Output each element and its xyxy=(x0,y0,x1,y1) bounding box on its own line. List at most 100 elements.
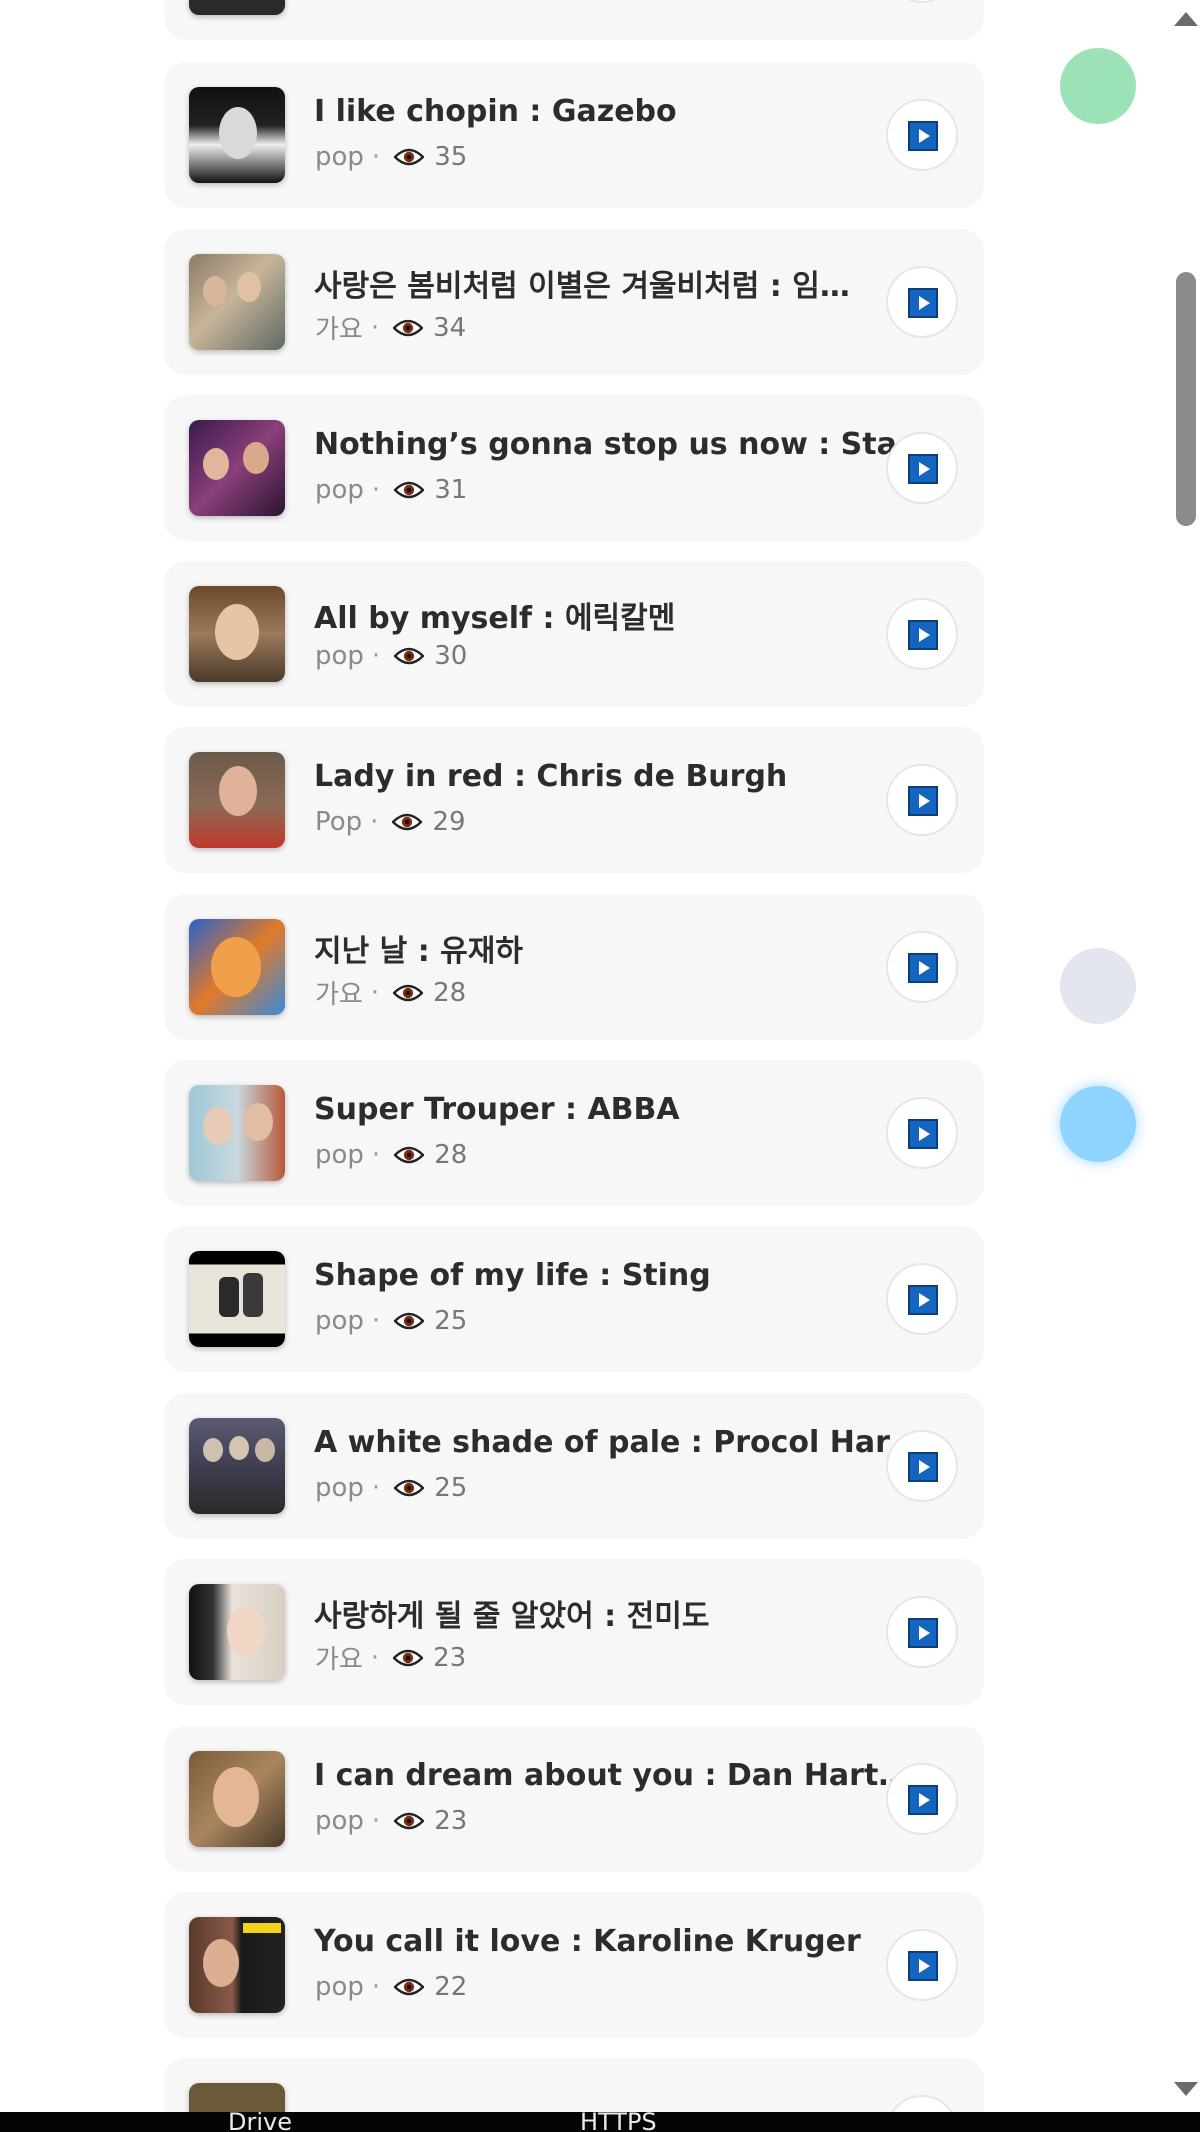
list-item[interactable]: 사랑은 봄비처럼 이별은 겨울비처럼 : 임… 가요 · 34 xyxy=(164,229,984,375)
play-icon xyxy=(908,620,938,650)
meta-separator: · xyxy=(371,475,381,505)
play-button[interactable] xyxy=(886,764,958,836)
taskbar-item-https[interactable]: HTTPS xyxy=(580,2112,657,2132)
play-icon xyxy=(908,1618,938,1648)
list-item[interactable]: I like chopin : Gazebo pop · 35 xyxy=(164,62,984,208)
eye-icon xyxy=(393,984,424,1001)
song-meta: pop · 25 xyxy=(315,1306,467,1336)
play-button[interactable] xyxy=(886,1263,958,1335)
play-button[interactable] xyxy=(886,266,958,338)
song-genre: 가요 xyxy=(315,980,363,1010)
song-meta: pop · 23 xyxy=(315,1806,467,1836)
play-icon xyxy=(908,288,938,318)
list-item[interactable]: Lady in red : Chris de Burgh Pop · 29 xyxy=(164,727,984,873)
list-item[interactable]: Shape of my life : Sting pop · 25 xyxy=(164,1226,984,1372)
song-genre: pop xyxy=(315,1972,364,2002)
eye-icon xyxy=(393,1649,424,1666)
song-meta: pop · 28 xyxy=(315,1140,467,1170)
eye-icon xyxy=(394,1978,425,1996)
meta-separator: · xyxy=(371,641,381,671)
scroll-up-arrow-icon[interactable] xyxy=(1174,12,1198,26)
eye-icon xyxy=(393,319,424,336)
page: I like chopin : Gazebo pop · 35 사랑은 봄비처럼… xyxy=(0,0,1200,2132)
song-thumbnail xyxy=(189,1584,285,1680)
song-views: 28 xyxy=(433,977,467,1008)
song-genre: pop xyxy=(315,1806,364,1836)
song-thumbnail xyxy=(189,1085,285,1181)
song-genre: 가요 xyxy=(315,1645,363,1675)
song-thumbnail xyxy=(189,752,285,848)
song-views: 25 xyxy=(434,1306,468,1336)
song-meta: pop · 30 xyxy=(315,641,467,671)
play-icon xyxy=(908,786,938,816)
eye-icon xyxy=(394,1479,425,1497)
list-item[interactable]: 사랑하게 될 줄 알았어 : 전미도 가요 · 23 xyxy=(164,1559,984,1705)
song-thumbnail xyxy=(189,586,285,682)
play-button[interactable] xyxy=(886,1763,958,1835)
floating-dot-gray[interactable] xyxy=(1060,948,1136,1024)
song-thumbnail xyxy=(189,87,285,183)
song-views: 28 xyxy=(434,1140,468,1170)
song-thumbnail xyxy=(189,0,285,15)
song-views: 22 xyxy=(434,1972,468,2002)
song-views: 23 xyxy=(433,1642,467,1673)
list-item[interactable]: Nothing’s gonna stop us now : Sta… pop ·… xyxy=(164,395,984,541)
meta-separator: · xyxy=(371,1306,381,1336)
eye-icon xyxy=(394,647,425,665)
song-views: 34 xyxy=(433,312,467,343)
list-item[interactable]: Super Trouper : ABBA pop · 28 xyxy=(164,1060,984,1206)
list-item[interactable]: I can dream about you : Dan Hart… pop · … xyxy=(164,1726,984,1872)
song-genre: pop xyxy=(315,1473,364,1503)
taskbar-item-drive[interactable]: Drive xyxy=(228,2112,292,2132)
list-item[interactable]: 지난 날 : 유재하 가요 · 28 xyxy=(164,894,984,1040)
meta-separator: · xyxy=(371,1473,381,1503)
play-icon xyxy=(908,454,938,484)
play-button[interactable] xyxy=(886,598,958,670)
song-meta: Pop · 29 xyxy=(315,807,466,837)
taskbar: Drive HTTPS xyxy=(0,2112,1200,2132)
play-button[interactable] xyxy=(886,1430,958,1502)
meta-separator: · xyxy=(370,1642,380,1673)
list-item[interactable]: All by myself : 에릭칼멘 pop · 30 xyxy=(164,561,984,707)
song-thumbnail xyxy=(189,420,285,516)
play-button[interactable] xyxy=(886,1929,958,2001)
meta-separator: · xyxy=(370,977,380,1008)
song-thumbnail xyxy=(189,1418,285,1514)
song-thumbnail xyxy=(189,1251,285,1347)
song-genre: pop xyxy=(315,475,364,505)
song-meta: pop · 22 xyxy=(315,1972,467,2002)
play-icon xyxy=(908,1785,938,1815)
eye-icon xyxy=(392,813,423,831)
song-genre: 가요 xyxy=(315,315,363,345)
play-icon xyxy=(908,953,938,983)
play-button[interactable] xyxy=(886,931,958,1003)
meta-separator: · xyxy=(370,312,380,343)
play-icon xyxy=(908,1452,938,1482)
scroll-down-arrow-icon[interactable] xyxy=(1174,2082,1198,2096)
song-thumbnail xyxy=(189,1917,285,2013)
song-meta: pop · 31 xyxy=(315,475,467,505)
list-item-partial-top[interactable] xyxy=(164,0,984,40)
song-views: 35 xyxy=(434,142,468,172)
song-views: 30 xyxy=(434,641,468,671)
song-genre: pop xyxy=(315,1140,364,1170)
play-button[interactable] xyxy=(886,0,958,3)
play-button[interactable] xyxy=(886,432,958,504)
eye-icon xyxy=(394,1812,425,1830)
floating-dot-blue[interactable] xyxy=(1060,1086,1136,1162)
list-item[interactable]: A white shade of pale : Procol Har… pop … xyxy=(164,1393,984,1539)
song-views: 31 xyxy=(434,475,468,505)
floating-dot-green[interactable] xyxy=(1060,48,1136,124)
play-button[interactable] xyxy=(886,1097,958,1169)
song-meta: 가요 · 34 xyxy=(315,309,466,346)
play-button[interactable] xyxy=(886,1596,958,1668)
scrollbar-thumb[interactable] xyxy=(1176,272,1196,526)
play-button[interactable] xyxy=(886,99,958,171)
song-views: 23 xyxy=(434,1806,468,1836)
eye-icon xyxy=(394,1146,425,1164)
song-genre: Pop xyxy=(315,807,363,837)
list-item[interactable]: You call it love : Karoline Kruger pop ·… xyxy=(164,1892,984,2038)
meta-separator: · xyxy=(371,142,381,172)
song-views: 25 xyxy=(434,1473,468,1503)
play-icon xyxy=(908,1951,938,1981)
